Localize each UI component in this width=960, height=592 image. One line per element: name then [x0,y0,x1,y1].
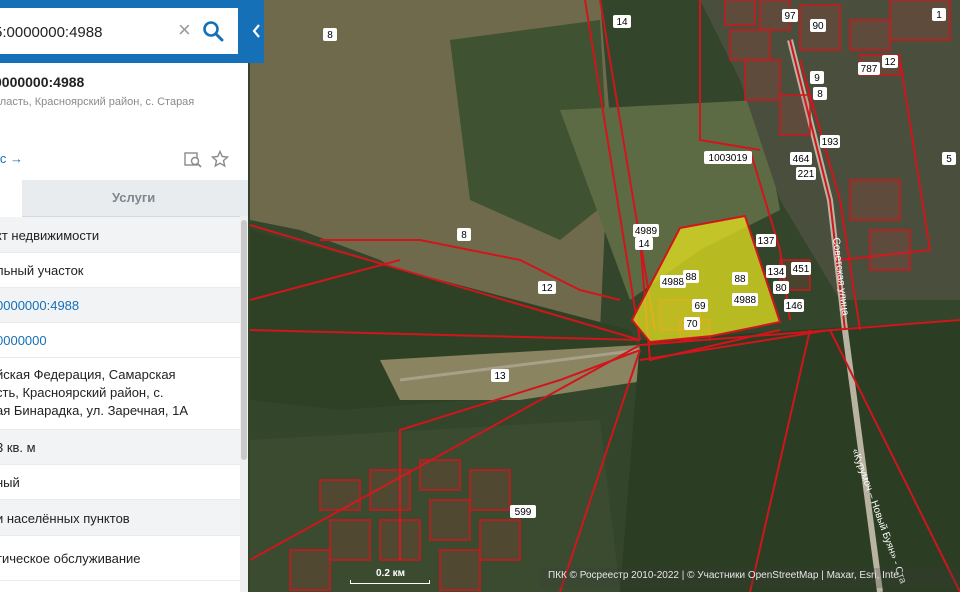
tab-services[interactable]: Услуги [112,190,155,205]
svg-text:70: 70 [686,319,698,330]
label-4988b: 4988 [732,293,758,306]
svg-text:4989: 4989 [635,226,658,237]
label-1: 1 [932,8,946,21]
label-8c: 8 [813,87,827,100]
info-panel: × 0000000:4988 бласть, Красноярский райо… [0,0,248,592]
svg-text:5: 5 [946,154,952,165]
label-464: 464 [790,152,812,165]
label-221: 221 [796,167,816,180]
search-box: × [0,8,238,54]
row-permitted-use: тическое обслуживание [0,536,240,581]
object-title: 0000000:4988 [0,74,85,90]
svg-text:9: 9 [814,73,820,84]
label-8a: 8 [323,28,337,41]
svg-text:137: 137 [758,236,775,247]
label-787: 787 [858,62,880,75]
label-90: 90 [810,19,826,32]
forest-southeast [620,320,960,592]
svg-text:14: 14 [638,239,650,250]
panel-tabs: Услуги [0,180,248,217]
svg-text:787: 787 [861,64,878,75]
label-14b: 14 [635,237,653,250]
search-on-map-icon[interactable] [184,150,202,168]
label-4988a: 4988 [660,275,686,288]
label-88b: 88 [732,272,748,285]
row-cadastral-number: 0000000:4988 [0,288,240,323]
svg-text:13: 13 [494,371,506,382]
label-13: 13 [491,369,509,382]
label-88a: 88 [683,270,699,283]
svg-text:134: 134 [768,267,785,278]
svg-text:88: 88 [685,272,697,283]
row-object-kind: льный участок [0,253,240,288]
row-area: 3 кв. м [0,430,240,465]
label-5: 5 [942,152,956,165]
label-193: 193 [820,135,840,148]
label-8b: 8 [457,228,471,241]
svg-text:97: 97 [784,11,796,22]
label-69: 69 [692,299,708,312]
row-object-type-label: кт недвижимости [0,217,240,253]
svg-text:221: 221 [798,169,815,180]
search-input[interactable] [0,21,170,43]
label-4989: 4989 [633,224,659,237]
svg-text:146: 146 [786,301,803,312]
map-scale: 0.2 км [350,568,430,584]
label-70: 70 [684,317,700,330]
label-12b: 12 [882,55,898,68]
svg-text:1: 1 [936,10,942,21]
label-1003019: 1003019 [704,151,752,164]
svg-text:88: 88 [734,274,746,285]
label-text: 8 [327,30,333,41]
svg-text:1003019: 1003019 [709,153,748,164]
label-134: 134 [766,265,786,278]
svg-text:90: 90 [812,21,824,32]
search-bar: × [0,0,248,63]
scale-label: 0.2 км [376,568,406,579]
row-status: ный [0,465,240,500]
cadastral-number-link[interactable]: 0000000:4988 [0,298,79,313]
svg-text:12: 12 [541,283,553,294]
row-land-category: и населённых пунктов [0,500,240,536]
svg-text:4988: 4988 [734,295,757,306]
label-599: 599 [510,505,536,518]
svg-text:80: 80 [775,283,787,294]
svg-text:12: 12 [884,57,896,68]
scroll-thumb[interactable] [241,220,247,460]
svg-text:599: 599 [515,507,532,518]
label-9: 9 [810,71,824,84]
svg-text:69: 69 [694,301,706,312]
svg-text:193: 193 [822,137,839,148]
cadastral-quarter-link[interactable]: 0000000 [0,333,47,348]
label-80: 80 [773,281,789,294]
row-cadastral-quarter: 0000000 [0,323,240,358]
label-14a: 14 [613,15,631,28]
svg-text:14: 14 [616,17,628,28]
collapse-panel-button[interactable] [248,0,264,63]
chevron-left-icon [252,24,260,38]
map-attribution: ПКК © Росреестр 2010-2022 | © Участники … [548,570,899,581]
label-146: 146 [784,299,804,312]
row-address: йская Федерация, Самарская сть, Краснояр… [0,358,240,430]
svg-text:8: 8 [817,89,823,100]
search-icon[interactable] [202,20,224,42]
panel-scrollbar[interactable] [240,216,248,592]
svg-text:451: 451 [793,264,810,275]
label-97: 97 [782,9,798,22]
object-address: бласть, Красноярский район, с. Старая [0,96,195,108]
svg-text:464: 464 [793,154,810,165]
clear-icon[interactable]: × [178,18,191,42]
scale-bar [350,580,430,584]
svg-text:4988: 4988 [662,277,685,288]
star-icon[interactable] [211,150,229,168]
tab-info[interactable] [0,180,22,217]
more-link[interactable]: кс → [0,151,23,166]
label-137: 137 [756,234,776,247]
label-12: 12 [538,281,556,294]
label-451: 451 [791,262,811,275]
svg-text:8: 8 [461,230,467,241]
